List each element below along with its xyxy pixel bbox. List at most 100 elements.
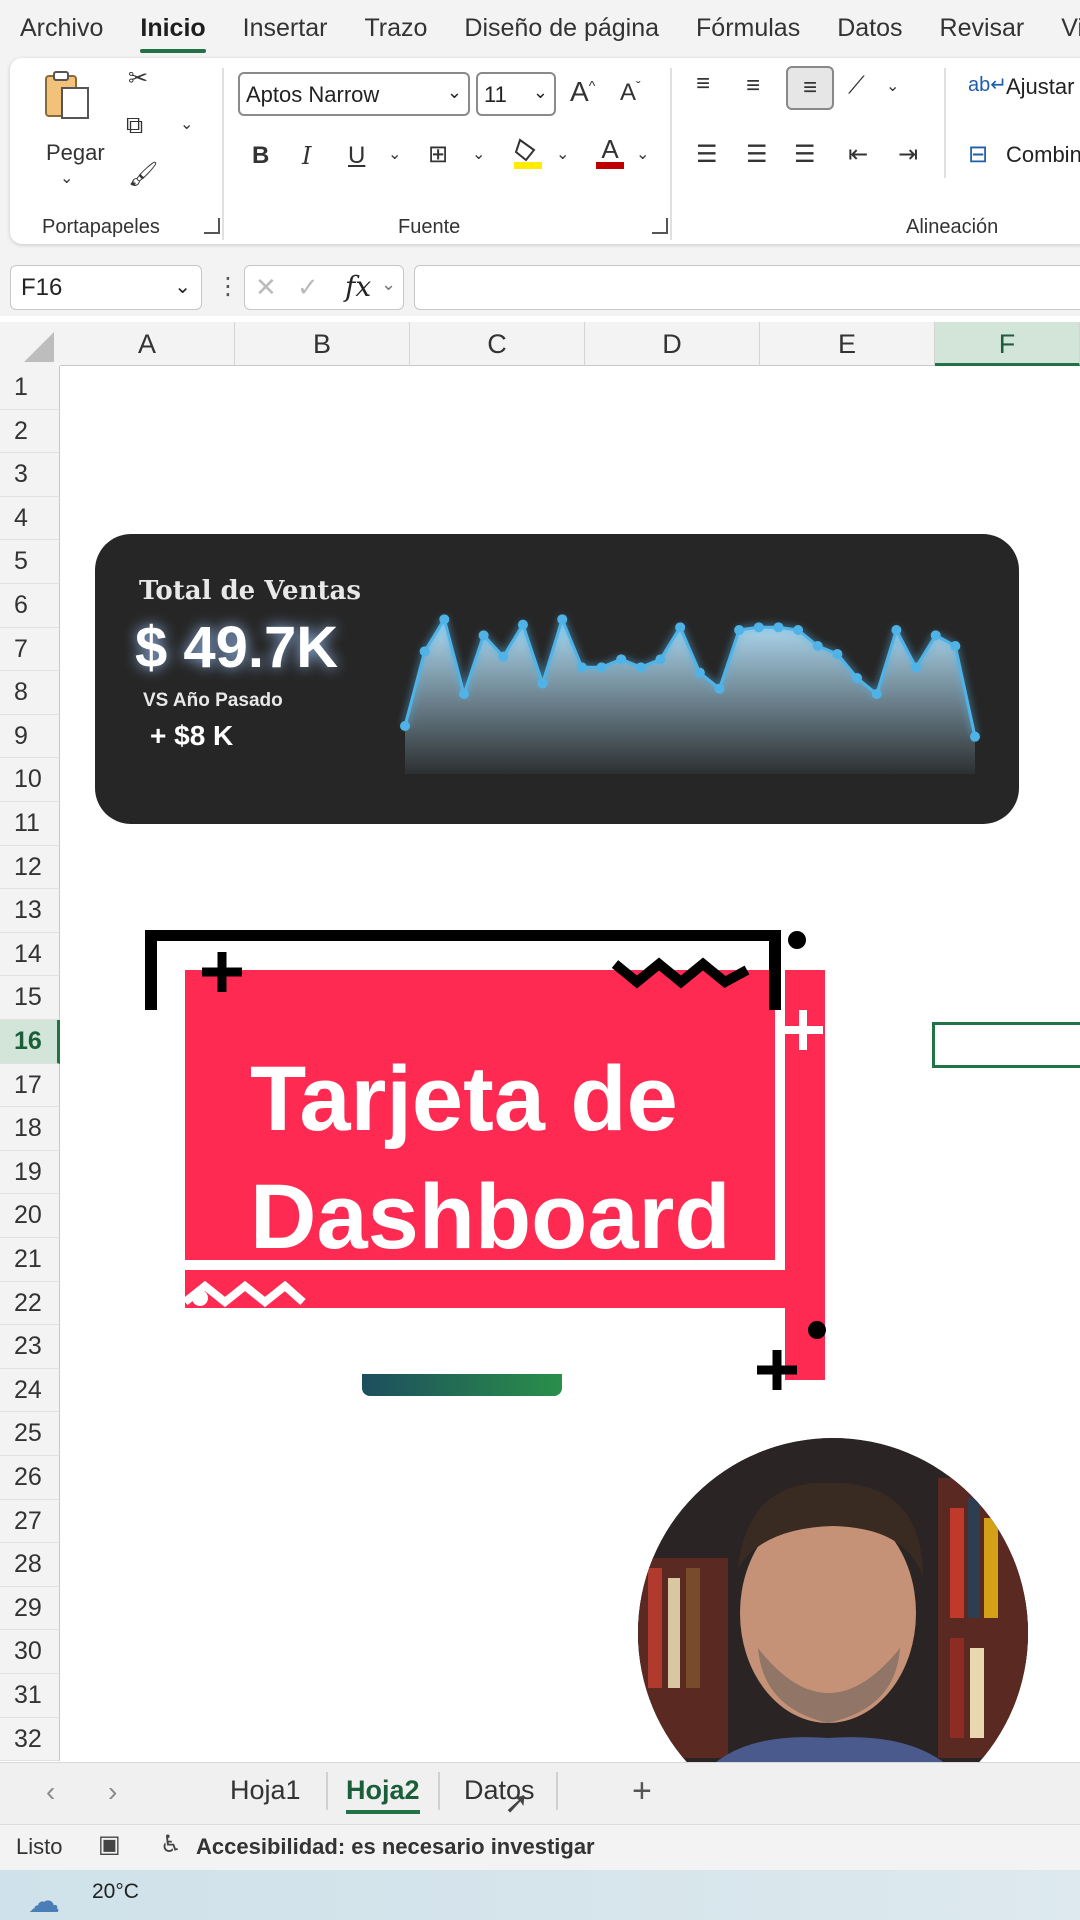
row-header-25[interactable]: 25 [0, 1412, 60, 1456]
tab-formulas[interactable]: Fórmulas [696, 14, 800, 43]
sheet-tab-hoja1[interactable]: Hoja1 [230, 1775, 301, 1806]
column-header-e[interactable]: E [760, 322, 935, 366]
align-bottom-icon[interactable]: ≡ [786, 66, 834, 110]
align-center-icon[interactable]: ☰ [746, 140, 768, 169]
more-options-icon[interactable]: ⋮ [216, 272, 240, 301]
paste-button[interactable]: Pegar [46, 140, 105, 166]
increase-font-icon[interactable]: A^ [570, 76, 595, 108]
row-header-11[interactable]: 11 [0, 802, 60, 846]
row-header-27[interactable]: 27 [0, 1499, 60, 1544]
align-right-icon[interactable]: ☰ [794, 140, 816, 169]
add-sheet-button[interactable]: + [632, 1772, 652, 1811]
macro-record-icon[interactable]: ▣ [98, 1830, 121, 1859]
chevron-down-icon[interactable]: ⌄ [388, 144, 401, 164]
row-header-30[interactable]: 30 [0, 1630, 60, 1674]
insert-function-button[interactable]: fx [345, 270, 371, 303]
font-size-select[interactable]: 11 ⌄ [476, 72, 556, 116]
merge-center-button[interactable]: Combin [1006, 142, 1080, 168]
row-header-24[interactable]: 24 [0, 1368, 60, 1413]
row-header-21[interactable]: 21 [0, 1238, 60, 1282]
enter-icon[interactable]: ✓ [297, 272, 319, 303]
row-header-32[interactable]: 32 [0, 1717, 60, 1762]
row-header-12[interactable]: 12 [0, 845, 60, 890]
row-header-4[interactable]: 4 [0, 496, 60, 541]
tab-diseno-pagina[interactable]: Diseño de página [464, 14, 659, 43]
chevron-down-icon[interactable]: ⌄ [472, 144, 485, 164]
underline-icon[interactable]: U [348, 142, 365, 170]
cancel-icon[interactable]: ✕ [255, 272, 277, 303]
increase-indent-icon[interactable]: ⇥ [898, 140, 918, 169]
fill-color-icon[interactable] [512, 136, 544, 177]
row-header-29[interactable]: 29 [0, 1586, 60, 1631]
format-painter-icon[interactable]: 🖌 [128, 160, 158, 189]
row-header-23[interactable]: 23 [0, 1325, 60, 1369]
row-header-15[interactable]: 15 [0, 976, 60, 1020]
row-header-17[interactable]: 17 [0, 1063, 60, 1108]
column-header-d[interactable]: D [585, 322, 760, 366]
column-header-a[interactable]: A [60, 322, 235, 366]
cut-icon[interactable]: ✂ [128, 64, 148, 93]
row-header-26[interactable]: 26 [0, 1456, 60, 1500]
next-sheet-icon[interactable]: › [108, 1776, 117, 1808]
decrease-indent-icon[interactable]: ⇤ [848, 140, 868, 169]
chevron-down-icon[interactable]: ⌄ [636, 144, 649, 164]
row-header-5[interactable]: 5 [0, 540, 60, 584]
borders-icon[interactable]: ⊞ [428, 140, 448, 169]
select-all-button[interactable] [0, 322, 60, 366]
row-header-6[interactable]: 6 [0, 584, 60, 628]
row-header-2[interactable]: 2 [0, 409, 60, 454]
accessibility-icon[interactable]: ♿ [160, 1830, 182, 1859]
orientation-icon[interactable]: ⟋ [848, 72, 865, 100]
row-header-19[interactable]: 19 [0, 1150, 60, 1195]
wrap-text-icon[interactable]: ab↵ [968, 72, 1007, 97]
row-header-20[interactable]: 20 [0, 1194, 60, 1238]
paste-icon[interactable] [44, 70, 92, 120]
active-cell-f16[interactable] [932, 1022, 1080, 1068]
row-header-14[interactable]: 14 [0, 932, 60, 977]
chevron-down-icon[interactable]: ⌄ [556, 144, 569, 164]
row-header-16[interactable]: 16 [0, 1020, 60, 1064]
sales-kpi-card[interactable]: Total de Ventas $ 49.7K VS Año Pasado + … [95, 534, 1019, 824]
row-header-3[interactable]: 3 [0, 453, 60, 497]
row-header-9[interactable]: 9 [0, 714, 60, 759]
chevron-down-icon[interactable]: ⌄ [60, 168, 73, 188]
column-header-b[interactable]: B [235, 322, 410, 366]
dialog-launcher-icon[interactable] [204, 218, 220, 234]
copy-icon[interactable]: ⧉ [126, 112, 143, 140]
wrap-text-button[interactable]: Ajustar [1006, 74, 1074, 100]
font-name-select[interactable]: Aptos Narrow ⌄ [238, 72, 470, 116]
tab-revisar[interactable]: Revisar [940, 14, 1025, 43]
tab-insertar[interactable]: Insertar [243, 14, 328, 43]
row-header-7[interactable]: 7 [0, 627, 60, 672]
row-header-1[interactable]: 1 [0, 366, 60, 410]
row-header-18[interactable]: 18 [0, 1107, 60, 1151]
chevron-down-icon[interactable]: ⌄ [886, 76, 899, 96]
tab-vista[interactable]: Vis [1061, 14, 1080, 43]
merge-center-icon[interactable]: ⊟ [968, 140, 988, 169]
sheet-tab-hoja2[interactable]: Hoja2 [346, 1775, 420, 1814]
row-header-8[interactable]: 8 [0, 671, 60, 715]
tab-datos[interactable]: Datos [837, 14, 902, 43]
column-header-f[interactable]: F [935, 322, 1080, 366]
align-left-icon[interactable]: ☰ [696, 140, 718, 169]
italic-icon[interactable]: I [302, 142, 311, 170]
row-header-10[interactable]: 10 [0, 758, 60, 802]
bold-icon[interactable]: B [252, 142, 269, 170]
name-box[interactable]: F16 ⌄ [10, 265, 202, 310]
dialog-launcher-icon[interactable] [652, 218, 668, 234]
column-header-c[interactable]: C [410, 322, 585, 366]
font-color-icon[interactable]: A [594, 134, 626, 177]
row-header-28[interactable]: 28 [0, 1543, 60, 1587]
tab-archivo[interactable]: Archivo [20, 14, 103, 43]
align-top-icon[interactable]: ≡ [696, 70, 710, 98]
formula-input[interactable] [414, 265, 1080, 310]
prev-sheet-icon[interactable]: ‹ [46, 1776, 55, 1808]
row-header-22[interactable]: 22 [0, 1281, 60, 1326]
tab-trazo[interactable]: Trazo [364, 14, 427, 43]
row-header-13[interactable]: 13 [0, 889, 60, 933]
row-header-31[interactable]: 31 [0, 1674, 60, 1718]
accessibility-status[interactable]: Accesibilidad: es necesario investigar [196, 1834, 595, 1860]
chevron-down-icon[interactable]: ⌄ [180, 114, 193, 134]
decrease-font-icon[interactable]: Aˇ [620, 78, 641, 107]
align-middle-icon[interactable]: ≡ [746, 72, 760, 100]
